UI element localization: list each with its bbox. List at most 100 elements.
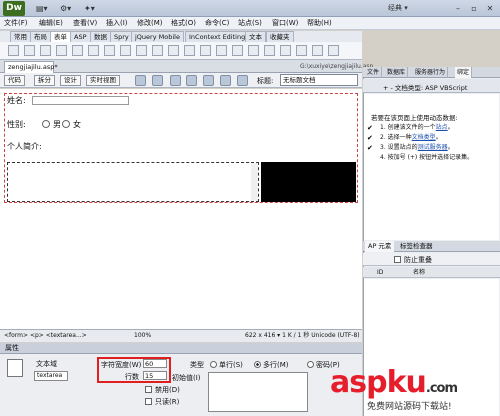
textarea-icon[interactable] — [40, 45, 51, 56]
insert-tab-favorites[interactable]: 收藏夹 — [266, 31, 294, 42]
char-width-input[interactable]: 60 — [143, 359, 167, 368]
tab-server-behaviors[interactable]: 服务器行为 — [413, 67, 449, 78]
file-field-icon[interactable] — [168, 45, 179, 56]
readonly-label: 只读(R) — [155, 398, 180, 406]
ap-elements-tabs: AP 元素 标签检查器 — [363, 241, 500, 252]
password-radio[interactable] — [307, 361, 314, 368]
insert-tab-incontext[interactable]: InContext Editing — [185, 31, 250, 42]
insert-tab-data[interactable]: 数据 — [90, 31, 111, 42]
checkbox-icon[interactable] — [72, 45, 83, 56]
spry-textarea-icon[interactable] — [248, 45, 259, 56]
spry-password-icon[interactable] — [296, 45, 307, 56]
label-icon[interactable] — [200, 45, 211, 56]
properties-header[interactable] — [0, 343, 362, 354]
name-input[interactable] — [32, 96, 129, 105]
design-view-button[interactable]: 设计 — [60, 75, 81, 86]
preview-browser-icon[interactable] — [186, 75, 197, 86]
live-view-button[interactable]: 实时视图 — [86, 75, 120, 86]
readonly-checkbox[interactable] — [145, 398, 152, 405]
fieldset-icon[interactable] — [216, 45, 227, 56]
textarea-scrollbar[interactable] — [251, 163, 258, 201]
menu-commands[interactable]: 命令(C) — [205, 19, 229, 28]
single-line-radio[interactable] — [210, 361, 217, 368]
check-icon: ✔ — [367, 134, 373, 142]
insert-tab-forms[interactable]: 表单 — [50, 31, 71, 42]
insert-tab-spry[interactable]: Spry — [110, 31, 133, 42]
minimize-icon[interactable]: – — [452, 3, 464, 14]
button-icon[interactable] — [56, 45, 67, 56]
site-link[interactable]: 站点 — [436, 124, 448, 131]
rows-input[interactable]: 15 — [143, 371, 167, 380]
spry-checkbox-icon[interactable] — [264, 45, 275, 56]
menu-view[interactable]: 查看(V) — [73, 19, 97, 28]
text-field-icon[interactable] — [24, 45, 35, 56]
insert-tab-common[interactable]: 常用 — [10, 31, 31, 42]
spry-validation-icon[interactable] — [232, 45, 243, 56]
tab-bindings[interactable]: 绑定 — [455, 67, 473, 78]
menu-window[interactable]: 窗口(W) — [272, 19, 298, 28]
element-type-label: 文本域 — [36, 360, 57, 368]
workspace-switcher[interactable]: 经典 ▾ — [388, 3, 446, 14]
zoom-level[interactable]: 100% — [134, 331, 151, 340]
menu-help[interactable]: 帮助(H) — [307, 19, 332, 28]
insert-tab-asp[interactable]: ASP — [70, 31, 91, 42]
image-field-icon[interactable] — [152, 45, 163, 56]
site-menu-icon[interactable]: ✦▾ — [84, 3, 95, 14]
col-id[interactable]: ID — [377, 267, 383, 278]
multi-line-radio[interactable] — [254, 361, 261, 368]
hidden-field-icon[interactable] — [184, 45, 195, 56]
inspect-icon[interactable] — [152, 75, 163, 86]
tag-selector[interactable]: <form> <p> <textarea...> — [4, 331, 87, 340]
menu-modify[interactable]: 修改(M) — [137, 19, 163, 28]
insert-panel-tabs: 常用 布局 表单 ASP 数据 Spry jQuery Mobile InCon… — [0, 31, 362, 42]
multiscreen-icon[interactable] — [170, 75, 181, 86]
col-name[interactable]: 名称 — [413, 267, 425, 278]
form-icon[interactable] — [8, 45, 19, 56]
insert-tab-text[interactable]: 文本 — [245, 31, 266, 42]
menu-insert[interactable]: 插入(I) — [106, 19, 128, 28]
window-size[interactable]: 622 x 416 ▾ 1 K / 1 秒 Unicode (UTF-8) — [245, 331, 360, 340]
document-tab[interactable]: zengjiajilu.asp* — [4, 61, 58, 73]
check-browser-icon[interactable] — [220, 75, 231, 86]
spry-confirm-icon[interactable] — [312, 45, 323, 56]
prevent-overlap-label: 防止重叠 — [404, 256, 432, 264]
code-view-button[interactable]: 代码 — [4, 75, 25, 86]
menu-file[interactable]: 文件(F) — [4, 19, 28, 28]
visual-aids-icon[interactable] — [237, 75, 248, 86]
layout-menu-icon[interactable]: ▤▾ — [36, 3, 48, 14]
document-title-input[interactable]: 无标题文档 — [280, 74, 358, 86]
init-value-textarea[interactable] — [208, 372, 308, 412]
tab-files[interactable]: 文件 — [365, 67, 383, 78]
female-radio[interactable] — [62, 120, 70, 128]
spry-radio-icon[interactable] — [328, 45, 339, 56]
male-radio[interactable] — [42, 120, 50, 128]
step-num: 2. — [380, 134, 386, 141]
prevent-overlap-checkbox[interactable] — [394, 256, 401, 263]
insert-tab-layout[interactable]: 布局 — [30, 31, 51, 42]
insert-tab-jquery-mobile[interactable]: jQuery Mobile — [131, 31, 184, 42]
menu-edit[interactable]: 编辑(E) — [39, 19, 63, 28]
jump-menu-icon[interactable] — [136, 45, 147, 56]
textarea-name-input[interactable]: textarea — [34, 371, 68, 381]
split-view-button[interactable]: 拆分 — [34, 75, 55, 86]
live-code-icon[interactable] — [135, 75, 146, 86]
tab-tag-inspector[interactable]: 标签检查器 — [397, 241, 436, 252]
settings-gear-icon[interactable]: ⚙▾ — [60, 3, 71, 14]
maximize-icon[interactable]: ▫ — [468, 3, 480, 14]
close-icon[interactable]: ✕ — [484, 3, 496, 14]
menu-format[interactable]: 格式(O) — [171, 19, 196, 28]
doc-type-link[interactable]: 文档类型 — [412, 134, 436, 141]
radio-group-icon[interactable] — [104, 45, 115, 56]
menu-site[interactable]: 站点(S) — [238, 19, 262, 28]
tab-ap-elements[interactable]: AP 元素 — [365, 241, 395, 252]
textarea-type-icon — [7, 359, 23, 377]
disabled-checkbox[interactable] — [145, 386, 152, 393]
spry-select-icon[interactable] — [280, 45, 291, 56]
intro-textarea[interactable] — [7, 162, 259, 202]
step-text: 选择一种 — [387, 134, 412, 141]
test-server-link[interactable]: 测试服务器 — [418, 144, 448, 151]
tab-databases[interactable]: 数据库 — [385, 67, 409, 78]
file-management-icon[interactable] — [203, 75, 214, 86]
radio-icon[interactable] — [88, 45, 99, 56]
select-list-icon[interactable] — [120, 45, 131, 56]
